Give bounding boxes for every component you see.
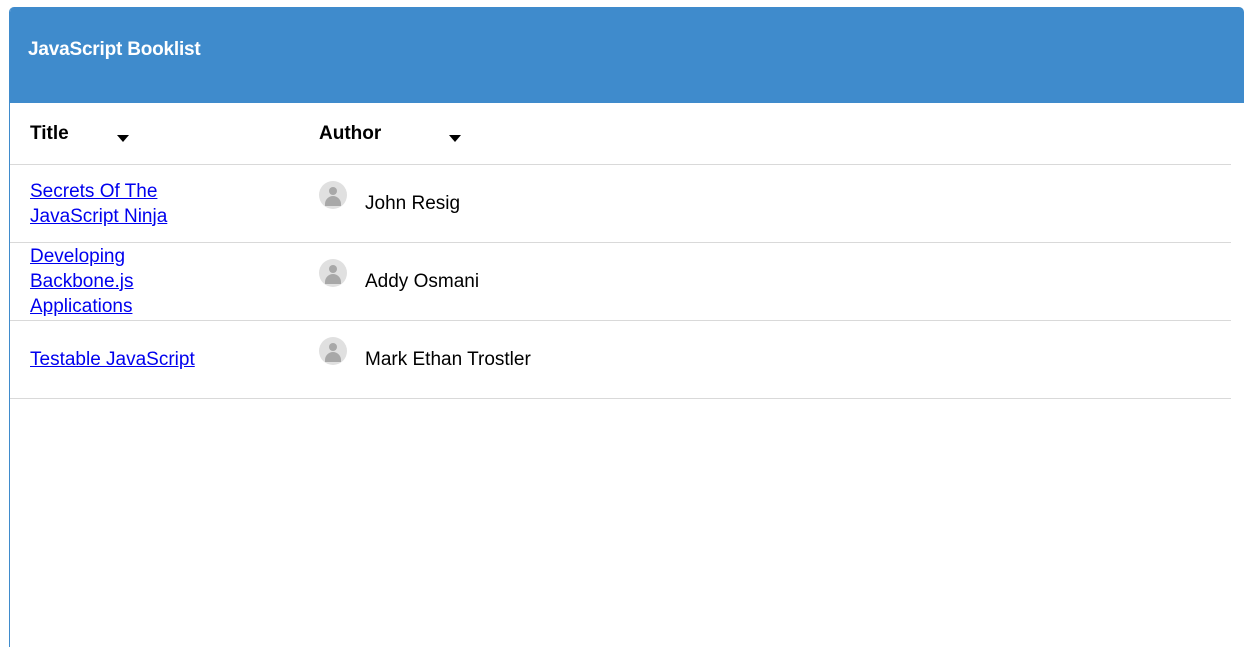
cell-title: Secrets Of The JavaScript Ninja [10, 179, 319, 229]
table-row: Developing Backbone.js Applications Addy… [10, 243, 1231, 321]
booklist-table: Title Author Secrets Of The JavaScript N… [10, 103, 1231, 399]
user-avatar-icon [319, 180, 347, 209]
author-name: Mark Ethan Trostler [365, 348, 531, 370]
cell-title: Developing Backbone.js Applications [10, 244, 319, 319]
user-avatar-icon [319, 336, 347, 365]
cell-title: Testable JavaScript [10, 347, 319, 372]
panel-title: JavaScript Booklist [28, 39, 201, 60]
table-header-row: Title Author [10, 103, 1231, 165]
user-avatar-icon [319, 258, 347, 287]
panel-header: JavaScript Booklist [10, 7, 1244, 103]
table-row: Testable JavaScript Mark Ethan Trostler [10, 321, 1231, 399]
cell-author: John Resig [319, 180, 1231, 218]
book-title-link[interactable]: Developing Backbone.js Applications [30, 244, 160, 319]
author-name: John Resig [365, 192, 461, 214]
column-header-author[interactable]: Author [319, 123, 1231, 145]
column-header-title-label: Title [30, 122, 69, 144]
book-title-link[interactable]: Testable JavaScript [30, 347, 250, 372]
book-title-link[interactable]: Secrets Of The JavaScript Ninja [30, 179, 200, 229]
column-header-author-label: Author [319, 122, 382, 144]
table-row: Secrets Of The JavaScript Ninja John Res… [10, 165, 1231, 243]
cell-author: Mark Ethan Trostler [319, 336, 1231, 374]
sort-author-caret-down-icon[interactable] [449, 135, 462, 142]
sort-title-caret-down-icon[interactable] [116, 135, 129, 142]
column-header-title[interactable]: Title [10, 123, 319, 145]
booklist-panel: JavaScript Booklist Title Author Secrets… [9, 7, 1244, 647]
cell-author: Addy Osmani [319, 258, 1231, 296]
author-name: Addy Osmani [365, 270, 480, 292]
